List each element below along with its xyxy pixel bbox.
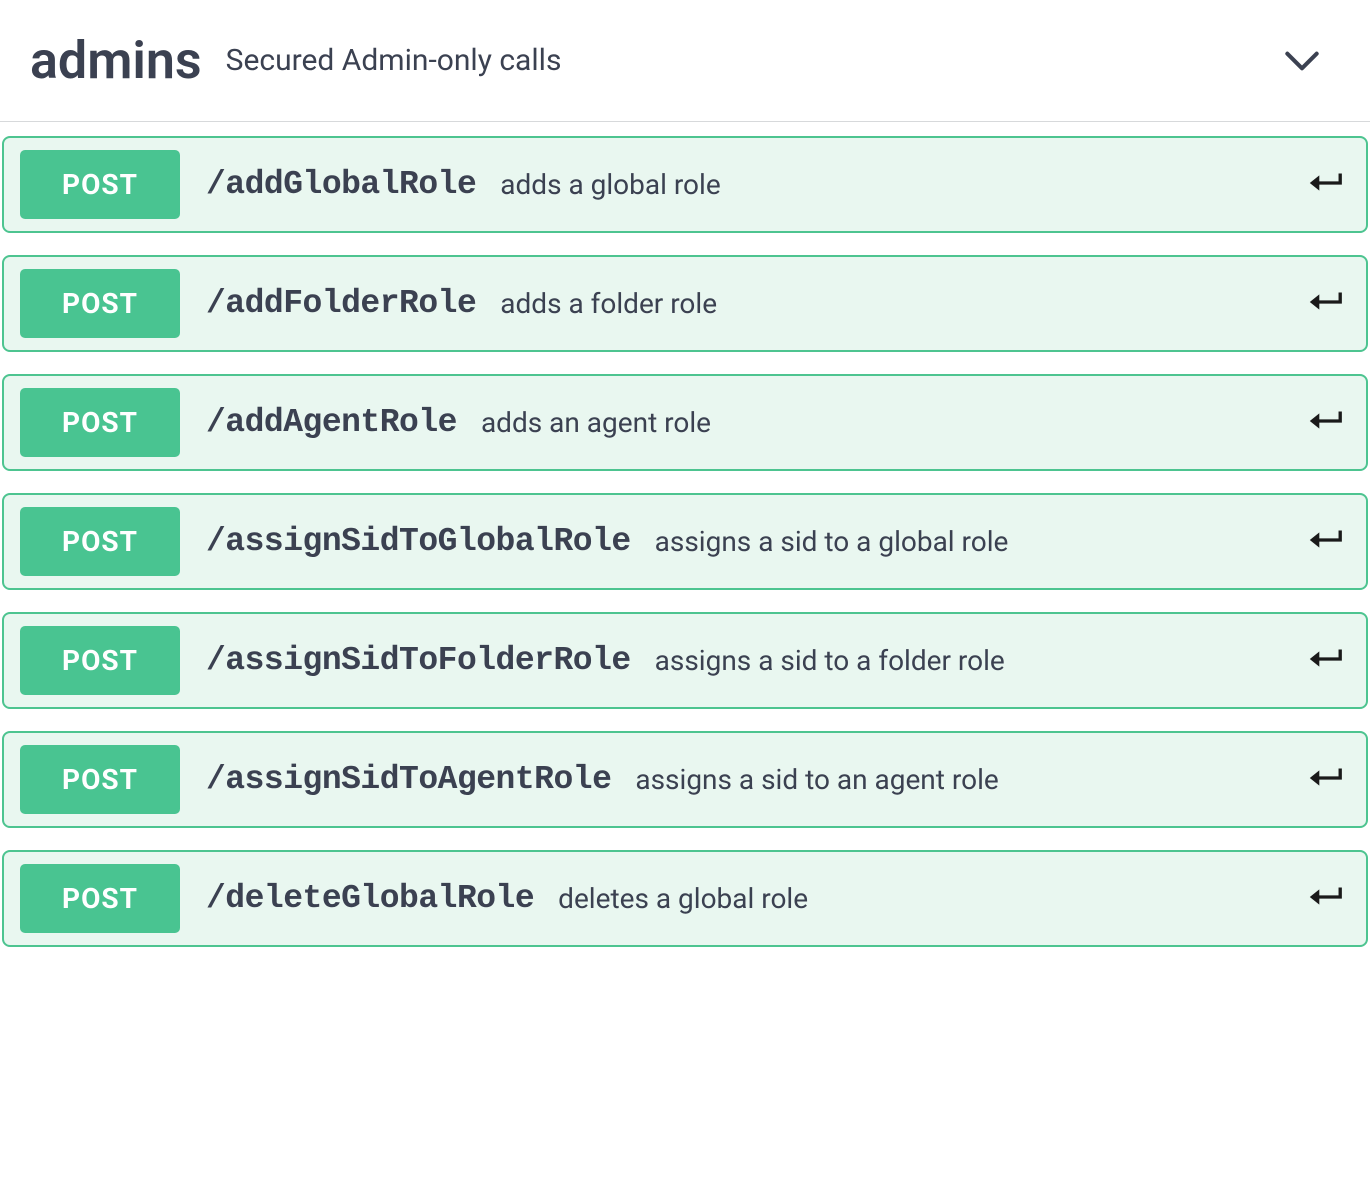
endpoint-path: /assignSidToFolderRole [206, 642, 631, 679]
enter-arrow-icon [1306, 525, 1344, 559]
endpoint-path: /addAgentRole [206, 404, 457, 441]
endpoint-description: adds a folder role [500, 287, 717, 320]
endpoint-row[interactable]: POST/addAgentRole adds an agent role [2, 374, 1368, 471]
enter-arrow-icon [1306, 287, 1344, 321]
endpoint-row[interactable]: POST/addGlobalRole adds a global role [2, 136, 1368, 233]
method-badge: POST [20, 864, 180, 933]
endpoint-description: assigns a sid to an agent role [635, 763, 998, 796]
chevron-down-icon [1280, 39, 1324, 87]
endpoint-path: /assignSidToGlobalRole [206, 523, 631, 560]
endpoint-description: assigns a sid to a global role [655, 525, 1009, 558]
method-badge: POST [20, 388, 180, 457]
section-header[interactable]: admins Secured Admin-only calls [0, 0, 1370, 122]
enter-arrow-icon [1306, 406, 1344, 440]
endpoint-row[interactable]: POST/assignSidToAgentRole assigns a sid t… [2, 731, 1368, 828]
endpoint-description: adds an agent role [481, 406, 711, 439]
section-title: admins [30, 30, 202, 91]
method-badge: POST [20, 745, 180, 814]
enter-arrow-icon [1306, 882, 1344, 916]
method-badge: POST [20, 507, 180, 576]
endpoints-list: POST/addGlobalRoleadds a global rolePOST… [0, 122, 1370, 971]
method-badge: POST [20, 150, 180, 219]
endpoint-row[interactable]: POST/assignSidToFolderRole assigns a sid … [2, 612, 1368, 709]
enter-arrow-icon [1306, 763, 1344, 797]
section-description: Secured Admin-only calls [226, 43, 562, 78]
endpoint-path: /assignSidToAgentRole [206, 761, 611, 798]
endpoint-row[interactable]: POST/addFolderRole adds a folder role [2, 255, 1368, 352]
method-badge: POST [20, 269, 180, 338]
endpoint-path: /addGlobalRole [206, 166, 476, 203]
method-badge: POST [20, 626, 180, 695]
endpoint-path: /addFolderRole [206, 285, 476, 322]
endpoint-description: assigns a sid to a folder role [655, 644, 1005, 677]
enter-arrow-icon [1306, 644, 1344, 678]
endpoint-description: deletes a global role [558, 882, 808, 915]
endpoint-description: adds a global role [500, 168, 720, 201]
endpoint-row[interactable]: POST/assignSidToGlobalRole assigns a sid … [2, 493, 1368, 590]
enter-arrow-icon [1306, 168, 1344, 202]
endpoint-path: /deleteGlobalRole [206, 880, 534, 917]
endpoint-row[interactable]: POST/deleteGlobalRole deletes a global ro… [2, 850, 1368, 947]
